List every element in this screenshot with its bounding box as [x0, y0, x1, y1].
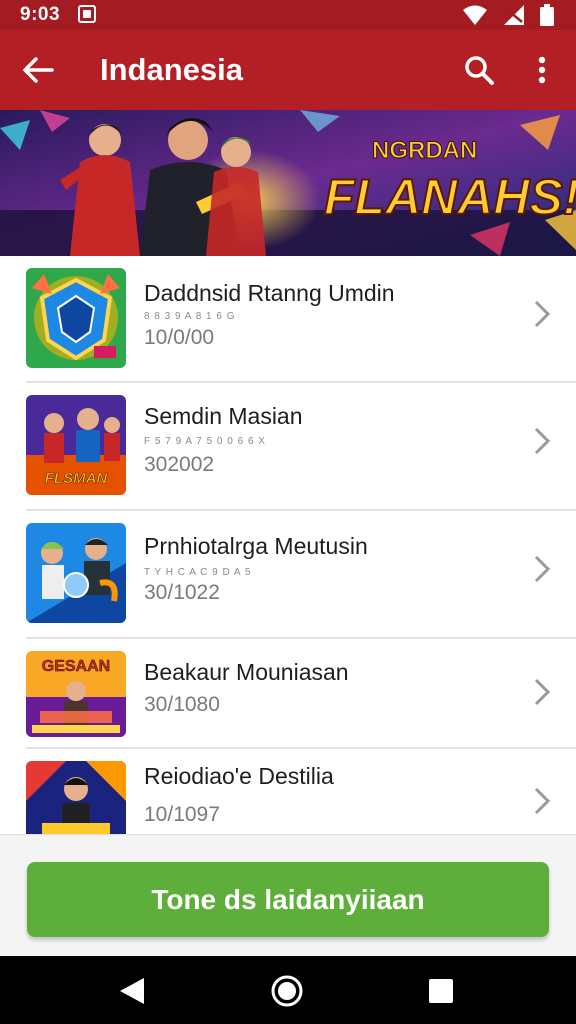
- list-item[interactable]: Prnhiotalrga Meutusin T Y H C A C 9 D A …: [26, 511, 576, 639]
- game-thumbnail: [26, 523, 126, 623]
- item-value: 10/0/00: [144, 326, 215, 349]
- back-button[interactable]: [18, 50, 58, 90]
- game-thumbnail: FLSMAN: [26, 395, 126, 495]
- item-value: 10/1097: [144, 803, 220, 826]
- chevron-right-icon: [534, 787, 551, 815]
- search-icon: [465, 56, 494, 85]
- nav-back-icon[interactable]: [118, 976, 146, 1006]
- more-vert-icon: [538, 56, 546, 84]
- back-arrow-icon: [23, 57, 54, 83]
- chevron-right-icon: [534, 300, 551, 328]
- banner-line2: FLANAHS!: [324, 169, 576, 225]
- primary-action-button[interactable]: Tone ds laidanyiiaan: [27, 862, 549, 937]
- more-options-button[interactable]: [524, 50, 560, 90]
- status-time: 9:03: [20, 4, 61, 25]
- item-title: Prnhiotalrga Meutusin: [144, 533, 368, 559]
- item-title: Daddnsid Rtanng Umdin: [144, 280, 395, 306]
- status-bar: 9:03: [0, 0, 576, 30]
- item-title: Semdin Masian: [144, 403, 303, 429]
- chevron-right-icon: [534, 427, 551, 455]
- list-item[interactable]: Daddnsid Rtanng Umdin 8 8 3 9 A 8 1 6 G …: [26, 256, 576, 383]
- banner-line1: NGRDAN: [372, 137, 477, 164]
- chevron-right-icon: [534, 555, 551, 583]
- status-icons: [462, 3, 554, 27]
- wifi-icon: [463, 5, 487, 25]
- banner-artwork: NGRDAN FLANAHS!: [0, 110, 576, 256]
- item-subtitle: F 5 7 9 A 7 5 0 0 6 6 X: [144, 436, 266, 447]
- thumb-label: GESAAN: [42, 658, 110, 675]
- search-button[interactable]: [458, 50, 500, 90]
- system-nav-bar: [0, 956, 576, 1024]
- app-bar: Indanesia: [0, 30, 576, 110]
- item-title: Beakaur Mouniasan: [144, 659, 349, 685]
- list-item[interactable]: GESAAN Beakaur Mouniasan 30/1080: [26, 639, 576, 749]
- nav-home-icon[interactable]: [270, 974, 304, 1008]
- notification-icon: [78, 5, 96, 23]
- game-thumbnail: [26, 761, 126, 834]
- item-value: 30/1080: [144, 693, 220, 716]
- game-thumbnail: GESAAN: [26, 651, 126, 737]
- item-subtitle: T Y H C A C 9 D A 5: [144, 567, 252, 578]
- thumb-label: FLSMAN: [45, 470, 109, 487]
- game-thumbnail: [26, 268, 126, 368]
- page-title: Indanesia: [100, 52, 243, 87]
- item-subtitle: 8 8 3 9 A 8 1 6 G: [144, 311, 236, 322]
- bottom-action-area: Tone ds laidanyiiaan: [0, 834, 576, 956]
- nav-recent-icon[interactable]: [428, 978, 454, 1004]
- list-item[interactable]: FLSMAN Semdin Masian F 5 7 9 A 7 5 0 0 6…: [26, 383, 576, 511]
- item-value: 30/1022: [144, 581, 220, 604]
- item-value: 302002: [144, 453, 215, 476]
- battery-icon: [540, 4, 554, 26]
- promo-banner[interactable]: NGRDAN FLANAHS!: [0, 110, 576, 256]
- signal-icon: [504, 5, 524, 25]
- item-title: Reiodiao'e Destilia: [144, 763, 334, 789]
- game-list: Daddnsid Rtanng Umdin 8 8 3 9 A 8 1 6 G …: [0, 256, 576, 834]
- chevron-right-icon: [534, 678, 551, 706]
- list-item[interactable]: Reiodiao'e Destilia 10/1097: [26, 749, 576, 834]
